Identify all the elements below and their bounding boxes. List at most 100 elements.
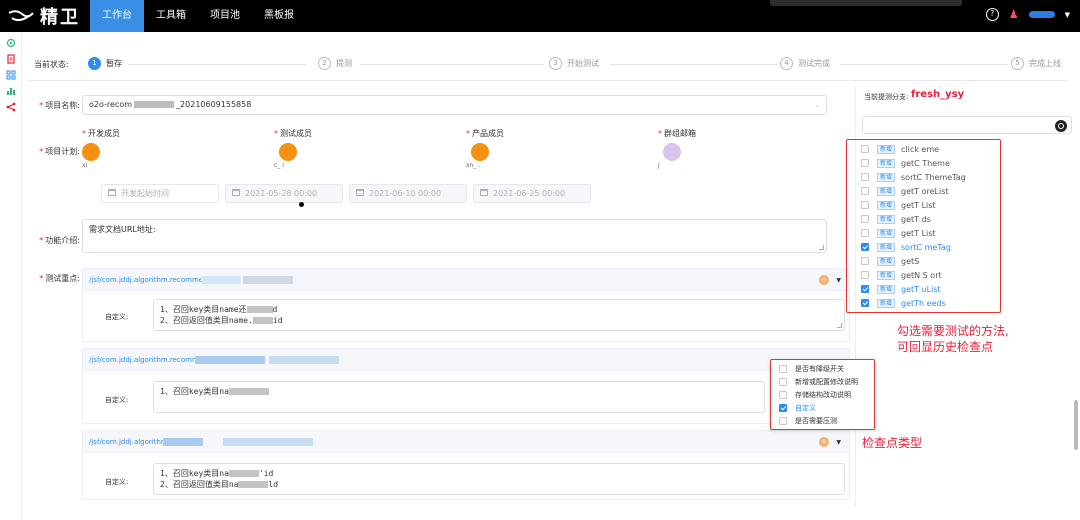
- checkbox[interactable]: [861, 215, 869, 223]
- method-item[interactable]: 新增 click eme: [861, 143, 939, 155]
- method-item[interactable]: 新增 sortC meTag: [861, 241, 951, 253]
- header-search-input[interactable]: [770, 0, 962, 6]
- checkpoint-option[interactable]: 自定义: [779, 402, 816, 413]
- nav-item-blackboard[interactable]: 黑板报: [252, 0, 306, 32]
- avatar[interactable]: [279, 143, 297, 161]
- panel-header[interactable]: /jsf/com.jddj.algorithm.recomme + ▼: [83, 269, 849, 291]
- method-item[interactable]: 新增 getT oreList: [861, 185, 949, 197]
- method-item[interactable]: 新增 getN S ort: [861, 269, 942, 281]
- nav-item-workbench[interactable]: 工作台: [90, 0, 144, 32]
- resize-handle[interactable]: [819, 245, 824, 250]
- dev-start-date-input[interactable]: 开发起始时间: [101, 184, 219, 203]
- checkbox[interactable]: [861, 201, 869, 209]
- panel-header[interactable]: /jsf/com.jddj.algorithm + ▼: [83, 431, 849, 453]
- avatar[interactable]: [471, 143, 489, 161]
- date-input-3[interactable]: 2021-06-25 00:00: [473, 184, 591, 203]
- method-item[interactable]: 新增 sortC ThemeTag: [861, 171, 966, 183]
- custom-label: 自定义:: [105, 313, 129, 321]
- checkpoint-option[interactable]: 新增或配置修改说明: [779, 376, 858, 387]
- new-tag: 新增: [877, 144, 896, 154]
- date-input-1[interactable]: 2021-05-28 00:00: [225, 184, 343, 203]
- checkbox-checked[interactable]: [861, 243, 869, 251]
- nav-item-project-pool[interactable]: 项目池: [198, 0, 252, 32]
- checkbox[interactable]: [779, 377, 787, 386]
- checkpoint-option[interactable]: 是否需要压测: [779, 415, 837, 426]
- member-title: * 测试成员: [274, 129, 312, 138]
- step-draft[interactable]: 1 暂存: [88, 57, 122, 70]
- resize-handle[interactable]: [837, 323, 842, 328]
- project-name-label: * 项目名称:: [39, 101, 80, 110]
- step-test-complete[interactable]: 4 测试完成: [780, 57, 830, 70]
- avatar[interactable]: [82, 143, 100, 161]
- redacted-text: [163, 438, 203, 446]
- new-tag: 新增: [877, 284, 896, 294]
- branch-label: 当前提测分支:: [864, 93, 909, 101]
- new-tag: 新增: [877, 214, 896, 224]
- method-name: getC Theme: [901, 158, 950, 168]
- chevron-down-icon[interactable]: ▼: [836, 277, 841, 284]
- step-start-testing[interactable]: 3 开始测试: [549, 57, 599, 70]
- checkbox[interactable]: [861, 271, 869, 279]
- step-submit-test[interactable]: 2 提测: [318, 57, 352, 70]
- member-developers[interactable]: * 开发成员 xi: [82, 128, 120, 169]
- bar-chart-icon[interactable]: [6, 86, 16, 96]
- avatar[interactable]: [663, 143, 681, 161]
- date-input-2[interactable]: 2021-06-10 00:00: [349, 184, 467, 203]
- checkpoint-option[interactable]: 是否有降级开关: [779, 363, 844, 374]
- chevron-down-icon[interactable]: ▼: [1065, 11, 1070, 19]
- gear-icon[interactable]: [6, 38, 16, 48]
- method-item[interactable]: 新增 getC Theme: [861, 157, 950, 169]
- checkbox[interactable]: [861, 257, 869, 265]
- search-icon[interactable]: [1055, 120, 1067, 132]
- method-item[interactable]: 新增 getS: [861, 255, 919, 267]
- member-group-email[interactable]: * 群组邮箱 j: [658, 128, 696, 169]
- method-item[interactable]: 新增 getT uList: [861, 283, 941, 295]
- test-focus-panel: /jsf/com.jddj.algorithm + ▼ 自定义: 1、召回key…: [82, 430, 850, 500]
- checkbox-checked[interactable]: [779, 403, 787, 412]
- checkbox[interactable]: [779, 416, 787, 425]
- checkpoint-label: 自定义: [795, 403, 816, 412]
- top-navbar: 精卫 工作台 工具箱 项目池 黑板报 ? ♟ ▼: [0, 0, 1080, 32]
- checkbox-checked[interactable]: [861, 299, 869, 307]
- method-item[interactable]: 新增 getTh eeds: [861, 297, 946, 309]
- add-checkpoint-icon[interactable]: +: [819, 437, 829, 447]
- project-name-input[interactable]: o2o-recom _20210609155858 ⌄: [82, 95, 827, 115]
- checkbox[interactable]: [779, 364, 787, 373]
- step-connector: [610, 64, 778, 65]
- checkbox[interactable]: [861, 187, 869, 195]
- custom-textarea[interactable]: 1、召回key类目na: [153, 381, 765, 413]
- custom-textarea[interactable]: 1、召回key类目name还 d 2、召回返回值类目name. id: [153, 299, 845, 331]
- member-product[interactable]: * 产品成员 xn_ .: [466, 128, 504, 169]
- method-item[interactable]: 新增 getT ds: [861, 213, 931, 225]
- method-search-input[interactable]: [862, 116, 1072, 134]
- custom-textarea[interactable]: 1、召回key类目na'id 2、召回返回值类目na ld: [153, 463, 845, 495]
- checkbox[interactable]: [861, 229, 869, 237]
- checkbox[interactable]: [779, 390, 787, 399]
- help-icon[interactable]: ?: [985, 8, 999, 21]
- member-testers[interactable]: * 测试成员 c_ i: [274, 128, 312, 169]
- nav-item-toolbox[interactable]: 工具箱: [144, 0, 198, 32]
- app-logo[interactable]: 精卫: [8, 4, 80, 28]
- panel-header[interactable]: /jsf/com.jddj.algorithm.recommer: [83, 349, 849, 371]
- user-icon[interactable]: ♟: [1009, 8, 1019, 21]
- step-go-live[interactable]: 5 完成上线: [1011, 57, 1061, 70]
- page-scrollbar[interactable]: [1074, 400, 1078, 450]
- method-item[interactable]: 新增 getT List: [861, 199, 936, 211]
- member-title: * 产品成员: [466, 129, 504, 138]
- document-icon[interactable]: [6, 54, 16, 64]
- user-name-redacted[interactable]: [1028, 11, 1055, 18]
- grid-icon[interactable]: [6, 70, 16, 80]
- chevron-down-icon[interactable]: ▼: [836, 439, 841, 446]
- feature-intro-textarea[interactable]: 需求文档URL地址:: [82, 219, 827, 253]
- checkbox-checked[interactable]: [861, 285, 869, 293]
- member-name: j: [658, 162, 660, 169]
- method-name: getT List: [901, 200, 936, 210]
- calendar-icon: [356, 189, 364, 196]
- checkpoint-option[interactable]: 存储结构改动说明: [779, 389, 851, 400]
- method-item[interactable]: 新增 getT List: [861, 227, 936, 239]
- checkbox[interactable]: [861, 159, 869, 167]
- redacted-text: [201, 276, 241, 284]
- checkbox[interactable]: [861, 145, 869, 153]
- checkbox[interactable]: [861, 173, 869, 181]
- add-checkpoint-icon[interactable]: +: [819, 275, 829, 285]
